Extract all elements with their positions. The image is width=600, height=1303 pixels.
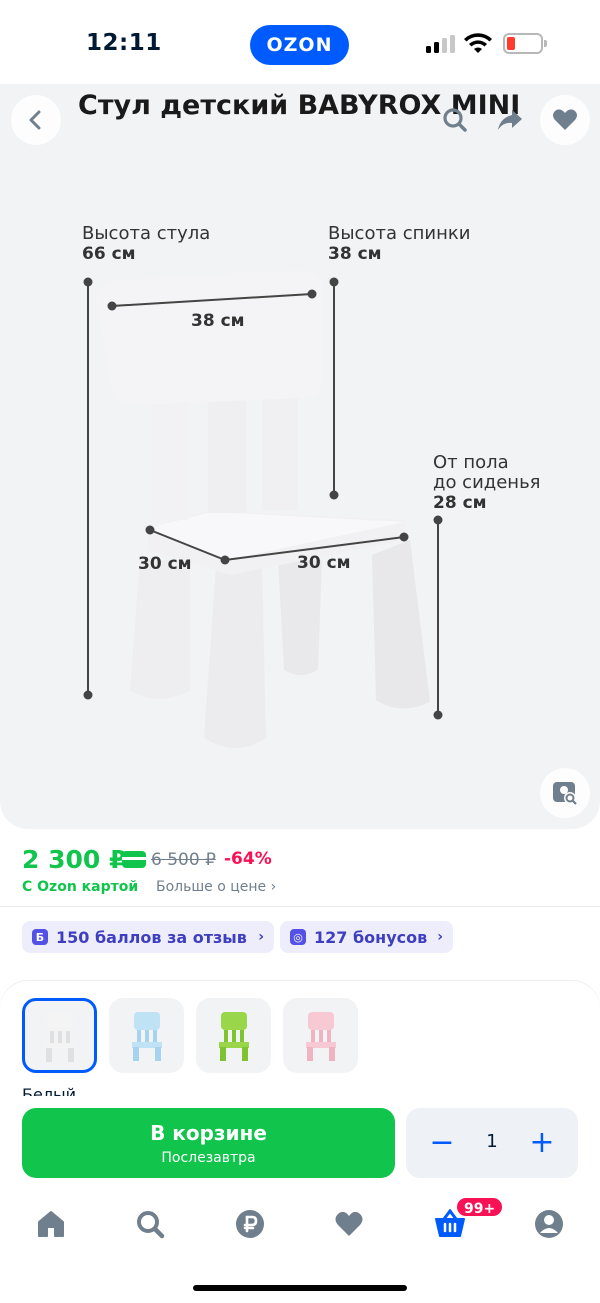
- image-search-icon: [553, 782, 577, 805]
- ruble-icon: [236, 1210, 264, 1238]
- nav-favorites[interactable]: [331, 1206, 367, 1242]
- home-icon: [38, 1211, 64, 1237]
- chair-thumbnail: [132, 1012, 162, 1061]
- variant-blue[interactable]: [109, 998, 184, 1073]
- share-icon: [498, 110, 522, 130]
- current-price: 2 300 ₽: [22, 845, 127, 874]
- variant-green[interactable]: [196, 998, 271, 1073]
- back-width-label: 38 см: [191, 311, 245, 331]
- wifi-icon: [463, 31, 493, 59]
- points-icon: Б: [32, 929, 48, 945]
- nav-profile[interactable]: [531, 1206, 567, 1242]
- variant-pink[interactable]: [283, 998, 358, 1073]
- product-gallery[interactable]: Стул детский BABYROX MINI Высота стула 6…: [0, 84, 600, 829]
- chair-thumbnail: [219, 1012, 249, 1061]
- ozon-card-note: С Ozon картой: [22, 879, 139, 895]
- bottom-navigation: 99+: [0, 1196, 600, 1256]
- more-price-link[interactable]: Больше о цене ›: [156, 879, 276, 895]
- heart-icon: [335, 1211, 363, 1236]
- variant-white[interactable]: [22, 998, 97, 1073]
- in-cart-button[interactable]: В корзине Послезавтра: [22, 1108, 395, 1178]
- home-indicator[interactable]: [193, 1285, 407, 1291]
- bonuses-chip[interactable]: ◎ 127 бонусов ›: [280, 921, 453, 953]
- search-icon: [443, 108, 467, 132]
- heart-icon: [553, 109, 577, 130]
- seat-height-label: От пола до сиденья 28 см: [433, 452, 541, 514]
- chevron-right-icon: ›: [437, 929, 443, 945]
- price-section: 2 300 ₽ 6 500 ₽ -64% С Ozon картой Больш…: [0, 829, 600, 969]
- status-time: 12:11: [86, 30, 162, 56]
- status-bar: 12:11 OZON: [0, 0, 600, 84]
- chair-thumbnail: [45, 1013, 75, 1062]
- seat-depth-label: 30 см: [138, 554, 192, 574]
- decrease-button[interactable]: −: [424, 1124, 460, 1160]
- share-button[interactable]: [485, 95, 535, 145]
- nav-finance[interactable]: [232, 1206, 268, 1242]
- nav-search[interactable]: [132, 1206, 168, 1242]
- back-height-label: Высота спинки 38 см: [328, 223, 471, 265]
- cart-count-badge: 99+: [455, 1196, 505, 1218]
- back-button[interactable]: [11, 95, 61, 145]
- increase-button[interactable]: +: [524, 1124, 560, 1160]
- delivery-date: Послезавтра: [161, 1150, 256, 1166]
- chevron-left-icon: [29, 110, 41, 130]
- seat-width-label: 30 см: [297, 553, 351, 573]
- search-button[interactable]: [430, 95, 480, 145]
- quantity-value: 1: [486, 1131, 498, 1152]
- old-price: 6 500 ₽: [151, 850, 216, 870]
- quantity-stepper: − 1 +: [406, 1108, 578, 1178]
- chevron-right-icon: ›: [258, 929, 264, 945]
- review-points-chip[interactable]: Б 150 баллов за отзыв ›: [22, 921, 274, 953]
- signal-icon: [426, 35, 456, 53]
- chevron-right-icon: ›: [270, 879, 277, 895]
- chair-height-label: Высота стула 66 см: [82, 223, 211, 265]
- visual-search-button[interactable]: [540, 768, 590, 818]
- card-icon: [122, 851, 146, 868]
- battery-icon: [503, 33, 547, 54]
- nav-home[interactable]: [33, 1206, 69, 1242]
- bonus-icon: ◎: [290, 929, 306, 945]
- ozon-logo: OZON: [250, 25, 349, 65]
- favorite-button[interactable]: [540, 95, 590, 145]
- chair-thumbnail: [306, 1012, 336, 1061]
- search-icon: [137, 1211, 165, 1239]
- divider: [0, 906, 600, 907]
- discount-badge: -64%: [224, 849, 272, 869]
- profile-icon: [535, 1210, 563, 1238]
